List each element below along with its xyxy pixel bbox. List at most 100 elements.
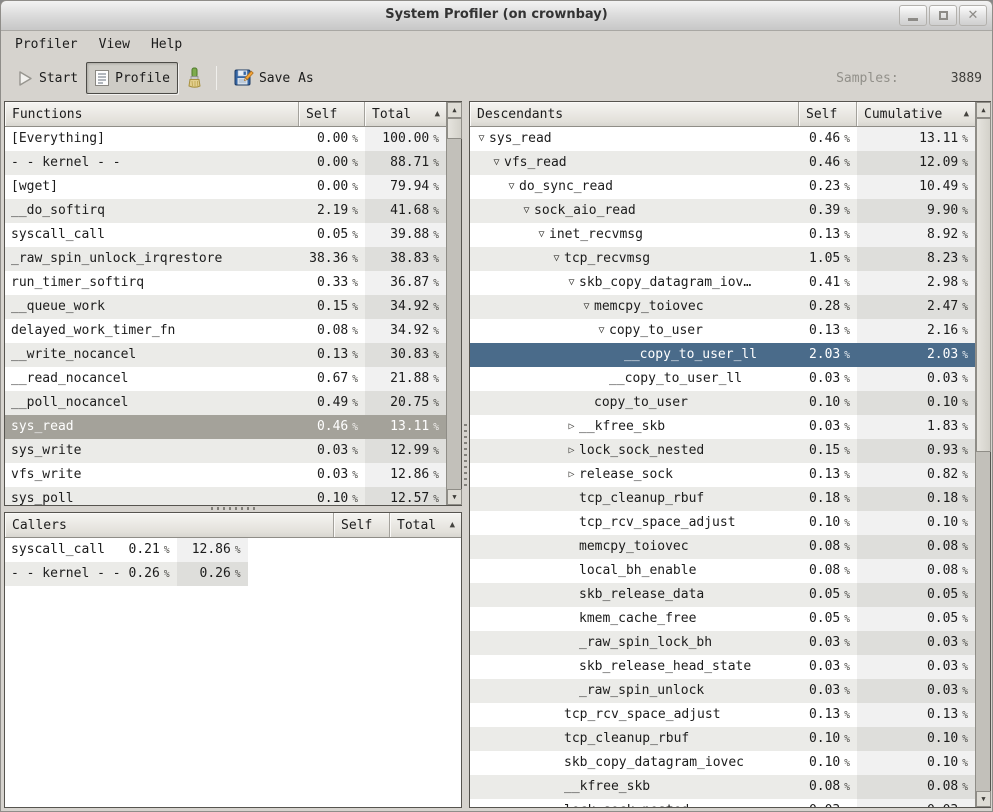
tree-row[interactable]: kmem_cache_free0.05%0.05% [470, 607, 975, 631]
functions-scrollbar[interactable]: ▲ ▼ [446, 102, 461, 505]
menu-help[interactable]: Help [149, 35, 184, 54]
vertical-pane-grip[interactable] [462, 101, 469, 808]
expander-open-icon[interactable]: ▽ [489, 151, 504, 175]
tree-row[interactable]: _raw_spin_lock_bh0.03%0.03% [470, 631, 975, 655]
expander-collapsed-icon[interactable]: ▷ [564, 463, 579, 487]
column-header-self[interactable]: Self [799, 102, 857, 126]
percent-sign: % [429, 254, 439, 265]
menu-profiler[interactable]: Profiler [13, 35, 80, 54]
scroll-up-button[interactable]: ▲ [447, 102, 462, 118]
close-button[interactable]: ✕ [959, 5, 987, 26]
expander-open-icon[interactable]: ▽ [549, 247, 564, 271]
expander-open-icon[interactable]: ▽ [579, 295, 594, 319]
percent-sign: % [348, 254, 358, 265]
tree-row[interactable]: skb_copy_datagram_iovec0.10%0.10% [470, 751, 975, 775]
tree-row[interactable]: ▽vfs_read0.46%12.09% [470, 151, 975, 175]
table-row[interactable]: [Everything]0.00%100.00% [5, 127, 446, 151]
table-row[interactable]: syscall_call0.05%39.88% [5, 223, 446, 247]
tree-row[interactable]: ▽memcpy_toiovec0.28%2.47% [470, 295, 975, 319]
scroll-thumb[interactable] [976, 118, 991, 452]
percent-sign: % [348, 374, 358, 385]
tree-row[interactable]: tcp_rcv_space_adjust0.10%0.10% [470, 511, 975, 535]
scroll-up-button[interactable]: ▲ [976, 102, 991, 118]
column-header-self[interactable]: Self [299, 102, 365, 126]
horizontal-pane-grip[interactable] [4, 504, 462, 512]
menu-view[interactable]: View [97, 35, 132, 54]
tree-row[interactable]: ▽tcp_recvmsg1.05%8.23% [470, 247, 975, 271]
tree-row[interactable]: ▷lock_sock_nested0.15%0.93% [470, 439, 975, 463]
cell-sorted-value: 0.08% [857, 559, 975, 583]
expander-open-icon[interactable]: ▽ [534, 223, 549, 247]
titlebar[interactable]: System Profiler (on crownbay) ✕ [1, 1, 992, 31]
tree-row[interactable]: skb_release_head_state0.03%0.03% [470, 655, 975, 679]
percent-sign: % [958, 446, 968, 457]
scroll-thumb[interactable] [447, 118, 462, 139]
table-row[interactable]: delayed_work_timer_fn0.08%34.92% [5, 319, 446, 343]
expander-open-icon[interactable]: ▽ [564, 271, 579, 295]
tree-row[interactable]: ▽skb_copy_datagram_iov…0.41%2.98% [470, 271, 975, 295]
save-as-button[interactable]: Save As [226, 62, 322, 94]
column-header-functions[interactable]: Functions [5, 102, 299, 126]
table-row[interactable]: - - kernel - -0.00%88.71% [5, 151, 446, 175]
tree-row[interactable]: memcpy_toiovec0.08%0.08% [470, 535, 975, 559]
table-row[interactable]: - - kernel - -0.26%0.26% [5, 562, 248, 586]
maximize-button[interactable] [929, 5, 957, 26]
tree-row[interactable]: tcp_cleanup_rbuf0.10%0.10% [470, 727, 975, 751]
tree-row[interactable]: ▷release_sock0.13%0.82% [470, 463, 975, 487]
minimize-button[interactable] [899, 5, 927, 26]
column-header-self[interactable]: Self [334, 513, 390, 537]
profile-toggle-button[interactable]: Profile [86, 62, 178, 94]
percent-sign: % [348, 230, 358, 241]
tree-row[interactable]: __kfree_skb0.08%0.08% [470, 775, 975, 799]
tree-row[interactable]: _raw_spin_unlock0.03%0.03% [470, 679, 975, 703]
column-header-total[interactable]: Total ▲ [365, 102, 446, 126]
tree-row[interactable]: local_bh_enable0.08%0.08% [470, 559, 975, 583]
expander-collapsed-icon[interactable]: ▷ [564, 439, 579, 463]
table-row[interactable]: __do_softirq2.19%41.68% [5, 199, 446, 223]
tree-row[interactable]: ▽do_sync_read0.23%10.49% [470, 175, 975, 199]
scroll-down-button[interactable]: ▼ [447, 489, 462, 505]
tree-row[interactable]: __copy_to_user_ll0.03%0.03% [470, 367, 975, 391]
cell-function-name: [Everything] [5, 127, 299, 151]
scroll-down-button[interactable]: ▼ [976, 791, 991, 807]
expander-collapsed-icon[interactable]: ▷ [564, 415, 579, 439]
table-row[interactable]: sys_read0.46%13.11% [5, 415, 446, 439]
tree-row[interactable]: ▽sock_aio_read0.39%9.90% [470, 199, 975, 223]
column-header-total[interactable]: Total ▲ [390, 513, 461, 537]
start-button[interactable]: Start [9, 62, 86, 94]
tree-row[interactable]: lock_sock_nested0.03%0.03% [470, 799, 975, 807]
column-header-descendants[interactable]: Descendants [470, 102, 799, 126]
tree-row[interactable]: tcp_rcv_space_adjust0.13%0.13% [470, 703, 975, 727]
tree-row[interactable]: ▷__kfree_skb0.03%1.83% [470, 415, 975, 439]
column-header-cumulative[interactable]: Cumulative ▲ [857, 102, 975, 126]
function-name-label: sys_read [489, 127, 552, 151]
table-row[interactable]: sys_poll0.10%12.57% [5, 487, 446, 505]
tree-row[interactable]: skb_release_data0.05%0.05% [470, 583, 975, 607]
expander-open-icon[interactable]: ▽ [519, 199, 534, 223]
table-row[interactable]: __queue_work0.15%34.92% [5, 295, 446, 319]
descendants-scrollbar[interactable]: ▲ ▼ [975, 102, 990, 807]
tree-row[interactable]: __copy_to_user_ll2.03%2.03% [470, 343, 975, 367]
table-row[interactable]: vfs_write0.03%12.86% [5, 463, 446, 487]
table-row[interactable]: _raw_spin_unlock_irqrestore38.36%38.83% [5, 247, 446, 271]
column-header-callers[interactable]: Callers [5, 513, 334, 537]
table-row[interactable]: __poll_nocancel0.49%20.75% [5, 391, 446, 415]
tree-row[interactable]: ▽copy_to_user0.13%2.16% [470, 319, 975, 343]
table-row[interactable]: run_timer_softirq0.33%36.87% [5, 271, 446, 295]
tree-row[interactable]: ▽inet_recvmsg0.13%8.92% [470, 223, 975, 247]
table-row[interactable]: __write_nocancel0.13%30.83% [5, 343, 446, 367]
cell-sorted-value: 13.11% [365, 415, 446, 439]
table-row[interactable]: __read_nocancel0.67%21.88% [5, 367, 446, 391]
tree-row[interactable]: copy_to_user0.10%0.10% [470, 391, 975, 415]
expander-open-icon[interactable]: ▽ [504, 175, 519, 199]
reset-button[interactable] [178, 62, 210, 94]
cell-sorted-value: 0.03% [857, 799, 975, 807]
expander-open-icon[interactable]: ▽ [594, 319, 609, 343]
table-row[interactable]: sys_write0.03%12.99% [5, 439, 446, 463]
tree-row[interactable]: tcp_cleanup_rbuf0.18%0.18% [470, 487, 975, 511]
percent-sign: % [958, 806, 968, 807]
expander-open-icon[interactable]: ▽ [474, 127, 489, 151]
tree-row[interactable]: ▽sys_read0.46%13.11% [470, 127, 975, 151]
table-row[interactable]: [wget]0.00%79.94% [5, 175, 446, 199]
table-row[interactable]: syscall_call0.21%12.86% [5, 538, 248, 562]
